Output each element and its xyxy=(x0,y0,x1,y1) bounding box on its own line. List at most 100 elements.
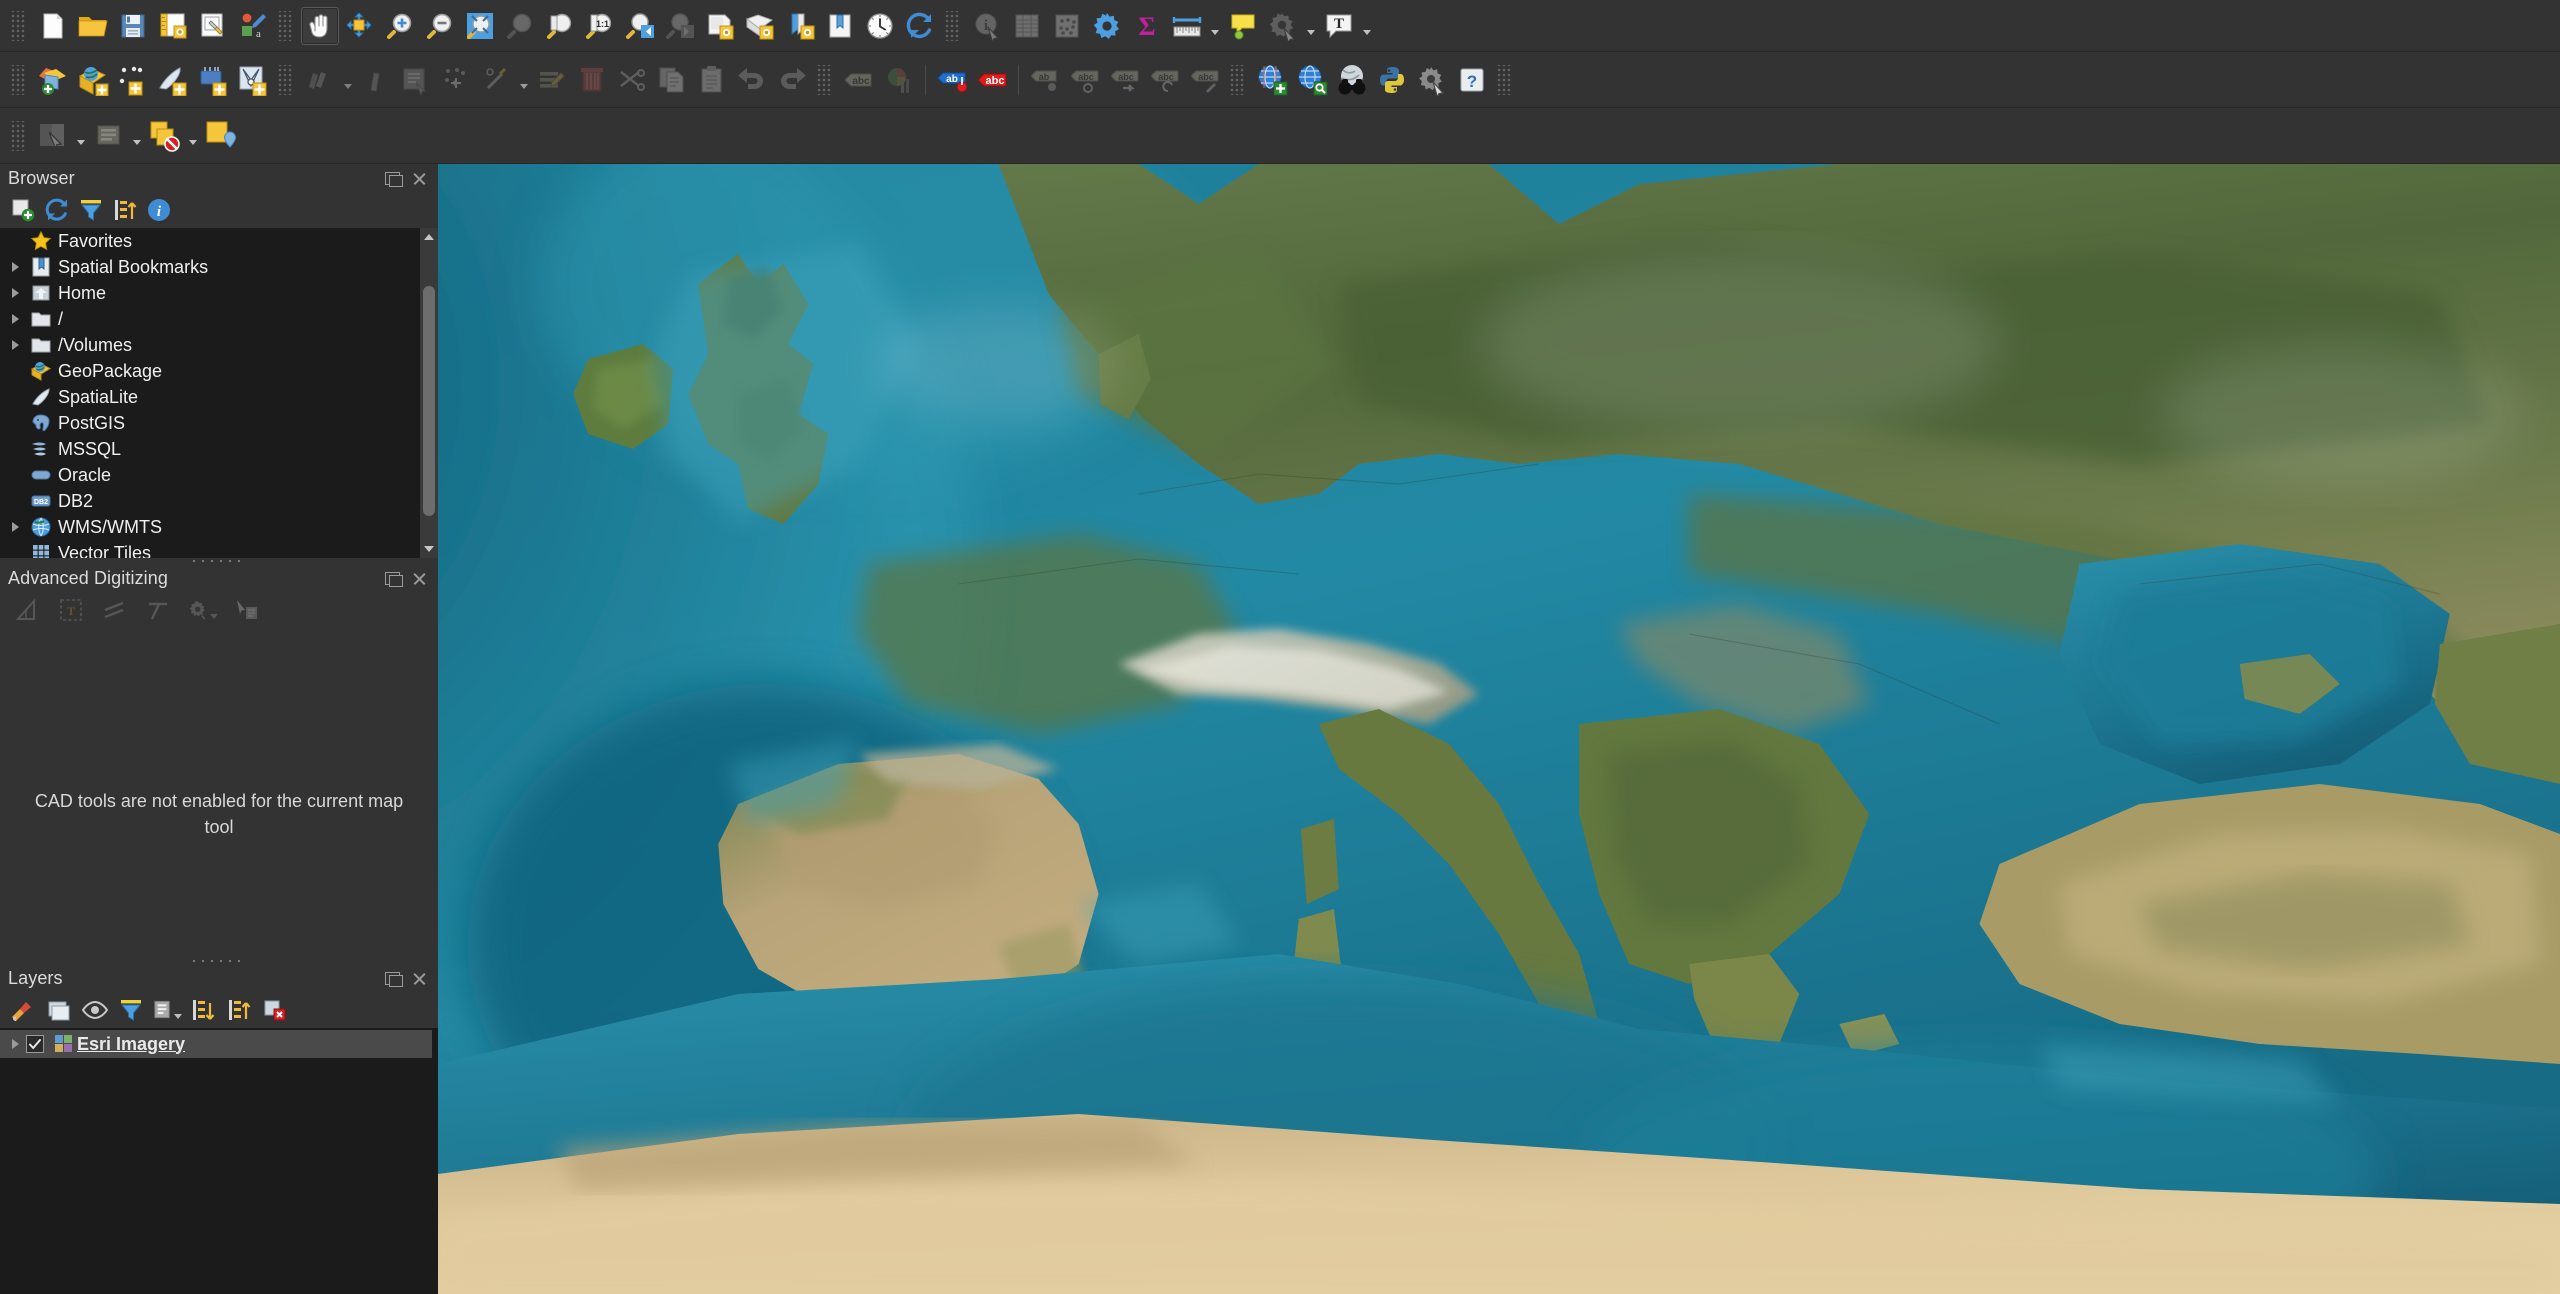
save-layer-edits-button[interactable] xyxy=(397,61,435,99)
rotate-label-button[interactable]: abc xyxy=(1146,61,1184,99)
pin-labels-button[interactable]: ab xyxy=(1026,61,1064,99)
manage-map-themes-button[interactable] xyxy=(80,995,110,1025)
zoom-to-layer-button[interactable] xyxy=(541,7,579,45)
zoom-to-selection-button[interactable] xyxy=(501,7,539,45)
select-by-expression-button[interactable] xyxy=(90,117,128,155)
pan-to-selection-button[interactable] xyxy=(341,7,379,45)
browser-item-spatial-bookmarks[interactable]: Spatial Bookmarks xyxy=(0,254,420,280)
processing-toolbox-button[interactable] xyxy=(1088,7,1126,45)
measure-line-group[interactable] xyxy=(1167,7,1223,45)
temporal-controller-button[interactable] xyxy=(861,7,899,45)
browser-float-icon[interactable] xyxy=(385,170,403,187)
browser-item-postgis[interactable]: PostGIS xyxy=(0,410,420,436)
open-layer-styling-panel-button[interactable] xyxy=(8,995,38,1025)
vertex-tool-group[interactable] xyxy=(476,61,532,99)
toggle-display-unplaced-button[interactable]: abc xyxy=(973,61,1011,99)
open-attribute-table-button[interactable] xyxy=(1008,7,1046,45)
layer-diagram-options-button[interactable] xyxy=(880,61,918,99)
layer-visibility-checkbox[interactable] xyxy=(26,1035,44,1053)
select-value-button[interactable] xyxy=(202,117,240,155)
toolbar-grip[interactable] xyxy=(10,10,26,41)
enable-advanced-digitizing-button[interactable] xyxy=(12,595,42,625)
expand-arrow-icon[interactable] xyxy=(4,254,26,280)
browser-item-wms-wmts[interactable]: WMS/WMTS xyxy=(0,514,420,540)
toolbar-grip-label[interactable] xyxy=(816,64,832,95)
cut-features-button[interactable] xyxy=(613,61,651,99)
measure-line-button[interactable] xyxy=(1168,7,1206,45)
open-project-button[interactable] xyxy=(74,7,112,45)
browser-item-[interactable]: / xyxy=(0,306,420,332)
perpendicular-button[interactable] xyxy=(144,595,174,625)
deselect-features-button[interactable] xyxy=(146,117,184,155)
browser-item-oracle[interactable]: Oracle xyxy=(0,462,420,488)
plugin-manager-button[interactable] xyxy=(1413,61,1451,99)
paste-features-button[interactable] xyxy=(693,61,731,99)
current-edits-button[interactable] xyxy=(301,61,339,99)
info-button[interactable]: i xyxy=(144,195,174,225)
modify-attributes-button[interactable] xyxy=(533,61,571,99)
advdig-float-icon[interactable] xyxy=(385,570,403,587)
scroll-down-icon[interactable] xyxy=(420,540,438,558)
browser-item-favorites[interactable]: Favorites xyxy=(0,228,420,254)
vertex-tool-button[interactable] xyxy=(477,61,515,99)
toolbar-grip-sel[interactable] xyxy=(10,120,26,151)
layout-manager-button[interactable] xyxy=(194,7,232,45)
save-project-button[interactable] xyxy=(114,7,152,45)
browser-scrollbar[interactable] xyxy=(420,228,438,558)
binoculars-button[interactable] xyxy=(1333,61,1371,99)
add-point-feature-button[interactable] xyxy=(437,61,475,99)
statistical-summary-button[interactable] xyxy=(1048,7,1086,45)
zoom-last-button[interactable] xyxy=(621,7,659,45)
cad-settings-button[interactable] xyxy=(188,595,218,625)
text-annotation-dropdown-caret[interactable] xyxy=(1359,7,1375,45)
toolbar-grip-nav[interactable] xyxy=(277,10,293,41)
collapse-all-button[interactable] xyxy=(110,195,140,225)
identify-features-button[interactable]: i xyxy=(968,7,1006,45)
add-selected-layers-button[interactable] xyxy=(8,195,38,225)
browser-item-spatialite[interactable]: SpatiaLite xyxy=(0,384,420,410)
browser-item-home[interactable]: Home xyxy=(0,280,420,306)
expand-arrow-icon[interactable] xyxy=(4,306,26,332)
current-edits-group[interactable] xyxy=(300,61,356,99)
scrollbar-thumb[interactable] xyxy=(423,286,435,516)
new-map-view-button[interactable] xyxy=(701,7,739,45)
zoom-native-button[interactable]: 1:1 xyxy=(581,7,619,45)
layer-expand-arrow-icon[interactable] xyxy=(4,1031,26,1057)
current-edits-caret[interactable] xyxy=(340,61,356,99)
filter-legend-expression-button[interactable] xyxy=(152,995,182,1025)
new-project-button[interactable] xyxy=(34,7,72,45)
run-actions-dropdown-caret[interactable] xyxy=(1303,7,1319,45)
browser-item-geopackage[interactable]: GeoPackage xyxy=(0,358,420,384)
new-shapefile-layer-button[interactable] xyxy=(114,61,152,99)
refresh-browser-button[interactable] xyxy=(42,195,72,225)
layers-close-icon[interactable] xyxy=(411,970,428,987)
redo-button[interactable] xyxy=(773,61,811,99)
new-geopackage-button[interactable] xyxy=(194,61,232,99)
run-actions-group[interactable] xyxy=(1263,7,1319,45)
select-features-group[interactable] xyxy=(33,117,89,155)
toolbar-grip-ds[interactable] xyxy=(10,64,26,95)
copy-features-button[interactable] xyxy=(653,61,691,99)
zoom-in-button[interactable] xyxy=(381,7,419,45)
python-console-button[interactable] xyxy=(1373,61,1411,99)
vertex-tool-caret[interactable] xyxy=(516,61,532,99)
expand-arrow-icon[interactable] xyxy=(4,280,26,306)
change-label-button[interactable]: abc xyxy=(1186,61,1224,99)
metasearch-find-button[interactable] xyxy=(1293,61,1331,99)
expand-arrow-icon[interactable] xyxy=(4,332,26,358)
expand-all-button[interactable] xyxy=(188,995,218,1025)
pan-map-button[interactable] xyxy=(301,6,339,45)
highlight-pinned-labels-button[interactable]: ab xyxy=(933,61,971,99)
field-calculator-button[interactable]: Σ xyxy=(1128,7,1166,45)
toolbar-grip-web[interactable] xyxy=(1229,64,1245,95)
parallel-button[interactable] xyxy=(100,595,130,625)
help-contents-button[interactable]: ? xyxy=(1453,61,1491,99)
deselect-features-caret[interactable] xyxy=(185,117,201,155)
new-geopackage-layer-button[interactable] xyxy=(74,61,112,99)
select-by-expression-group[interactable] xyxy=(89,117,145,155)
refresh-button[interactable] xyxy=(901,7,939,45)
delete-selected-button[interactable] xyxy=(573,61,611,99)
new-text-annotation-button[interactable]: T xyxy=(1320,7,1358,45)
new-3d-map-view-button[interactable] xyxy=(741,7,779,45)
filter-legend-button[interactable] xyxy=(116,995,146,1025)
